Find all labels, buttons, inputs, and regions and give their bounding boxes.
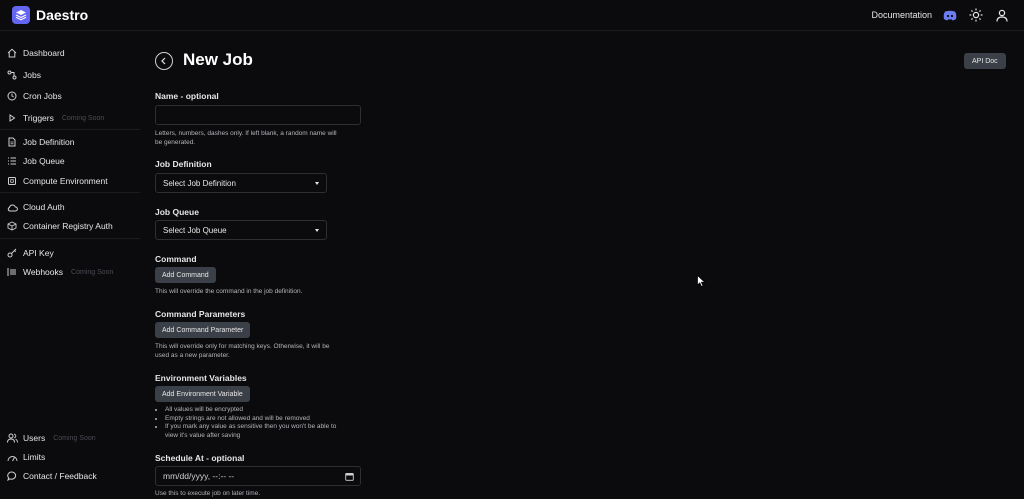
chevron-left-icon (161, 57, 166, 65)
top-bar: Daestro Documentation (0, 0, 1024, 31)
name-help-text: Letters, numbers, dashes only. If left b… (155, 130, 337, 146)
coming-soon-badge: Coming Soon (61, 114, 105, 122)
command-parameters-label: Command Parameters (155, 309, 246, 319)
coming-soon-badge: Coming Soon (71, 268, 114, 276)
job-definition-label: Job Definition (155, 159, 212, 169)
schedule-at-help-text: Use this to execute job on later time. (155, 490, 261, 497)
clock-icon (6, 90, 18, 102)
name-label: Name - optional (155, 91, 219, 101)
gauge-icon (6, 451, 18, 463)
job-definition-select[interactable]: Select Job Definition (155, 173, 327, 193)
sidebar-item-label: Limits (23, 452, 46, 462)
mouse-pointer-icon (697, 275, 706, 287)
sidebar-item-label: Job Queue (23, 156, 65, 166)
chip-icon (6, 175, 18, 187)
sidebar-divider (0, 192, 140, 193)
note-item: Empty strings are not allowed and will b… (165, 415, 340, 424)
box-icon (6, 220, 18, 232)
sidebar-item-label: Triggers (23, 113, 54, 123)
play-icon (6, 112, 18, 124)
sidebar-item-limits[interactable]: Limits (6, 449, 45, 465)
sidebar-item-label: Compute Environment (23, 176, 108, 186)
sidebar-item-label: Cron Jobs (23, 91, 62, 101)
add-command-button[interactable]: Add Command (155, 267, 216, 283)
job-queue-selected: Select Job Queue (163, 225, 227, 235)
sidebar-item-users[interactable]: Users Coming Soon (6, 430, 96, 446)
sidebar-item-label: Cloud Auth (23, 202, 65, 212)
command-help-text: This will override the command in the jo… (155, 288, 303, 295)
job-definition-selected: Select Job Definition (163, 178, 236, 188)
schedule-at-placeholder: mm/dd/yyyy, --:-- -- (163, 471, 235, 481)
note-item: If you mark any value as sensitive then … (165, 423, 340, 440)
page-title: New Job (183, 50, 253, 69)
back-button[interactable] (155, 52, 173, 70)
coming-soon-badge: Coming Soon (53, 434, 96, 442)
sidebar-item-contact-feedback[interactable]: Contact / Feedback (6, 468, 97, 484)
job-queue-select[interactable]: Select Job Queue (155, 220, 327, 240)
user-profile-icon[interactable] (994, 7, 1010, 23)
sidebar-item-label: Dashboard (23, 48, 65, 58)
key-icon (6, 247, 18, 259)
sidebar-divider (0, 129, 140, 130)
name-input[interactable] (155, 105, 361, 125)
sidebar-item-compute-environment[interactable]: Compute Environment (6, 173, 108, 189)
sidebar-item-triggers[interactable]: Triggers Coming Soon (6, 110, 104, 126)
sidebar-item-cloud-auth[interactable]: Cloud Auth (6, 199, 65, 215)
home-icon (6, 47, 18, 59)
add-command-parameter-button[interactable]: Add Command Parameter (155, 322, 251, 338)
sidebar-divider (0, 238, 140, 239)
sidebar-item-label: Webhooks (23, 267, 64, 277)
environment-variables-label: Environment Variables (155, 373, 247, 383)
sidebar-item-label: Jobs (23, 70, 41, 80)
sidebar-item-dashboard[interactable]: Dashboard (6, 45, 65, 61)
document-icon (6, 136, 18, 148)
sidebar-item-jobs[interactable]: Jobs (6, 67, 41, 83)
sidebar-item-label: Users (23, 433, 46, 443)
sun-icon[interactable] (968, 7, 984, 23)
caret-down-icon (315, 182, 319, 185)
chat-icon (6, 470, 18, 482)
sidebar-item-api-key[interactable]: API Key (6, 245, 54, 261)
cloud-icon (6, 201, 18, 213)
add-environment-variable-button[interactable]: Add Environment Variable (155, 386, 250, 402)
sidebar: Dashboard Jobs Cron Jobs Triggers Coming… (0, 31, 140, 497)
command-parameters-help-text: This will override only for matching key… (155, 343, 330, 359)
list-icon (6, 155, 18, 167)
command-label: Command (155, 254, 197, 264)
users-icon (6, 432, 18, 444)
sidebar-item-label: API Key (23, 248, 54, 258)
app-name: Daestro (36, 7, 89, 23)
discord-icon[interactable] (942, 7, 958, 23)
job-queue-label: Job Queue (155, 207, 199, 217)
main-content: New Job API Doc Name - optional Letters,… (154, 31, 1014, 497)
webhook-icon (6, 266, 18, 278)
brand[interactable]: Daestro (12, 6, 88, 24)
sidebar-item-label: Contact / Feedback (23, 471, 97, 481)
sidebar-item-label: Job Definition (23, 137, 75, 147)
documentation-link[interactable]: Documentation (871, 10, 932, 20)
sidebar-item-job-queue[interactable]: Job Queue (6, 153, 65, 169)
environment-variables-notes: All values will be encrypted Empty strin… (155, 406, 340, 440)
layers-logo-icon (12, 6, 30, 24)
sidebar-item-label: Container Registry Auth (23, 221, 113, 231)
schedule-at-input[interactable]: mm/dd/yyyy, --:-- -- (155, 466, 361, 486)
sidebar-item-job-definition[interactable]: Job Definition (6, 134, 75, 150)
caret-down-icon (315, 229, 319, 232)
schedule-at-label: Schedule At - optional (155, 453, 245, 463)
calendar-icon[interactable] (345, 472, 354, 481)
sidebar-item-container-registry-auth[interactable]: Container Registry Auth (6, 218, 113, 234)
api-doc-button[interactable]: API Doc (964, 53, 1006, 69)
sidebar-item-webhooks[interactable]: Webhooks Coming Soon (6, 264, 113, 280)
jobs-icon (6, 69, 18, 81)
note-item: All values will be encrypted (165, 406, 340, 415)
sidebar-item-cron-jobs[interactable]: Cron Jobs (6, 88, 62, 104)
